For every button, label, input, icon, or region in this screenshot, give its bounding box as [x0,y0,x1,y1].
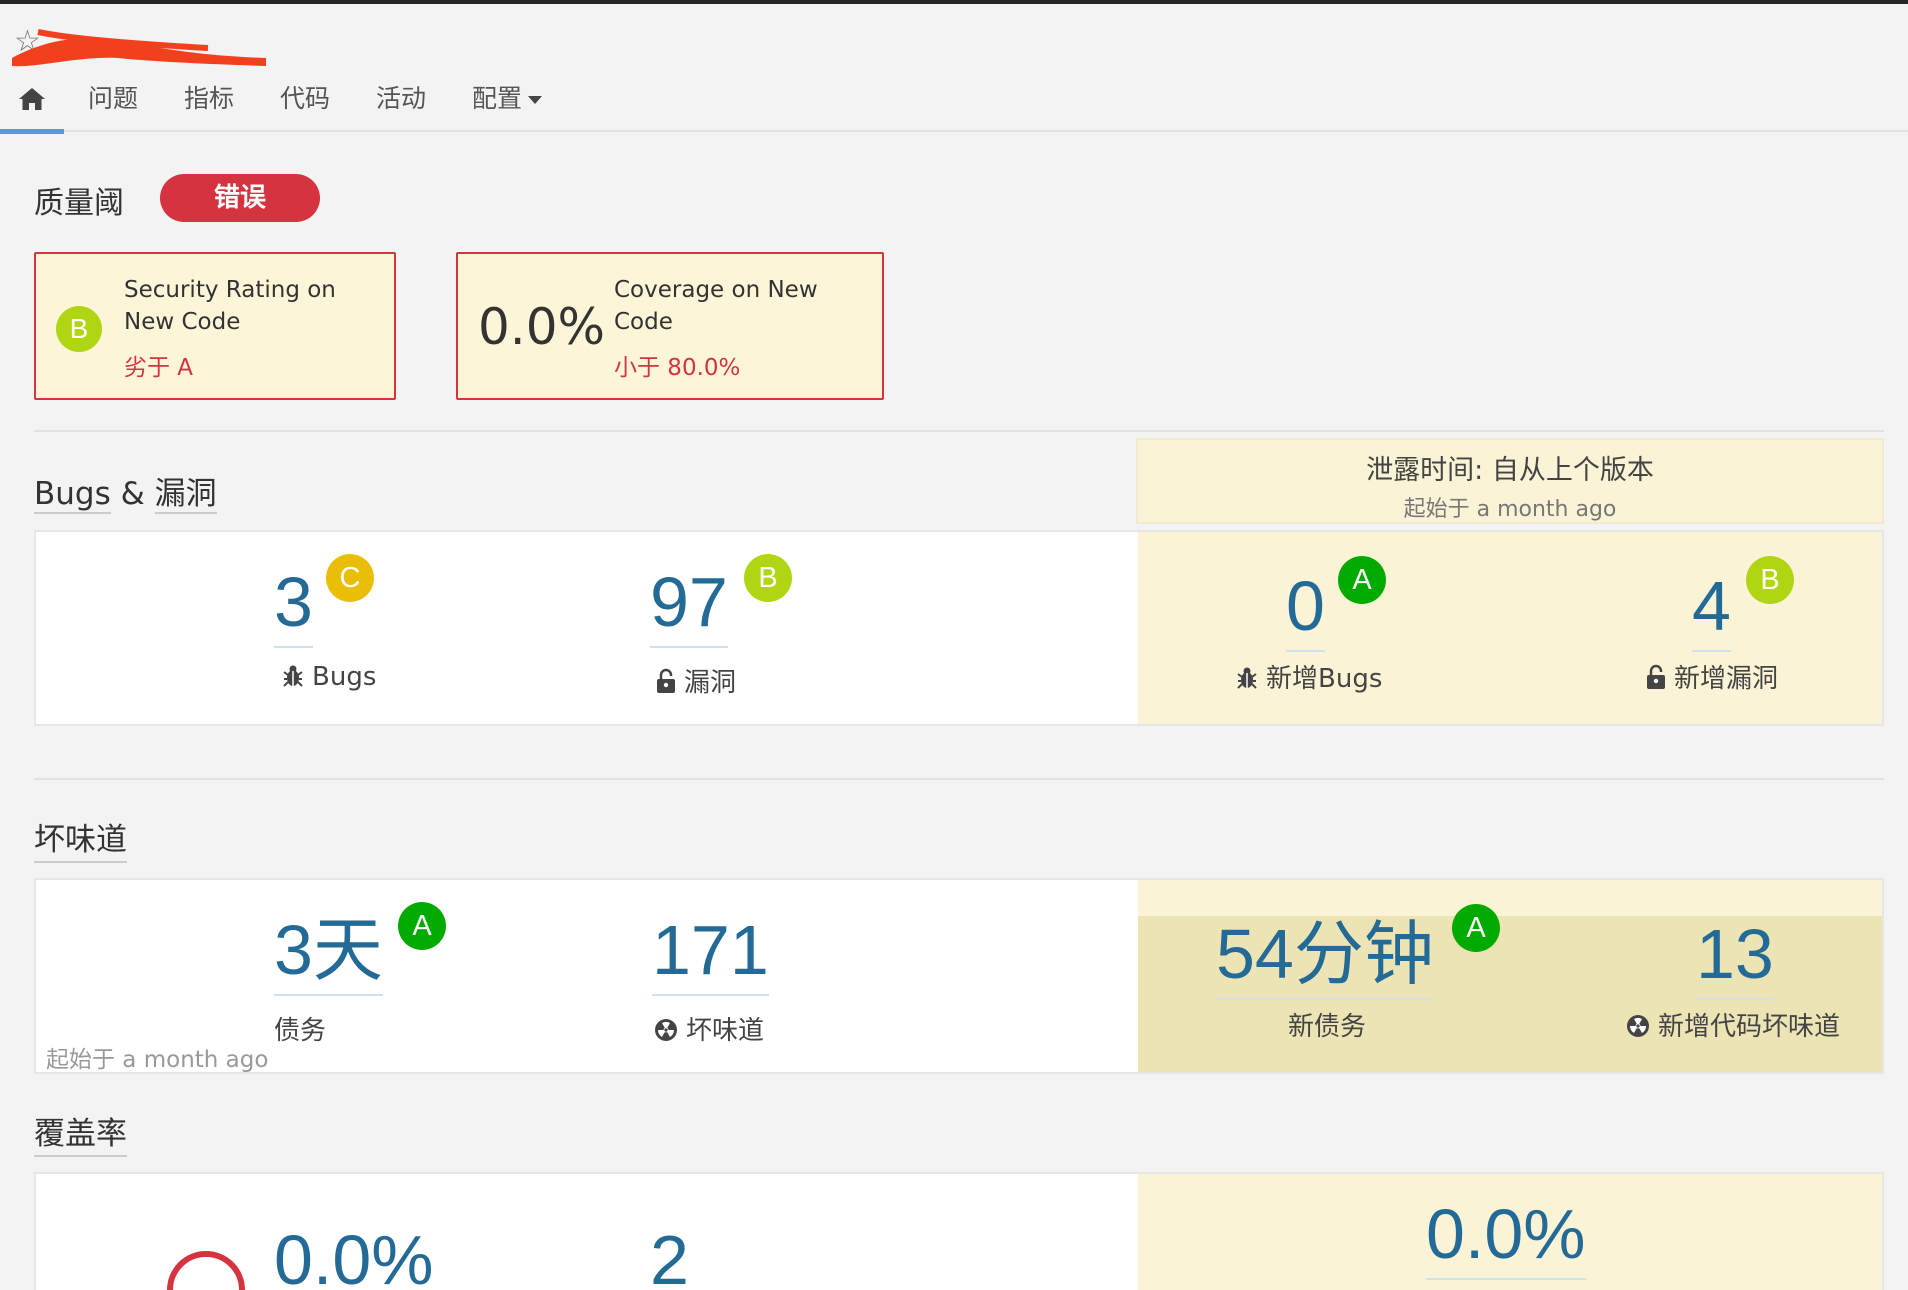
leak-period-title: 泄露时间: 自从上个版本 [1366,455,1654,486]
code-smells-label-text: 坏味道 [686,1016,765,1046]
bug-icon [283,665,303,687]
section-title-coverage[interactable]: 覆盖率 [34,1108,127,1157]
new-vulnerabilities-rating[interactable]: B [1746,556,1794,604]
section-title-amp: & [120,476,145,512]
new-code-smells-value-text: 13 [1696,915,1774,993]
quality-gate-title: 质量阈 [34,186,124,221]
new-debt-value-text: 54分钟 [1216,915,1434,993]
new-bugs-value[interactable]: 0 [1286,566,1325,652]
leak-period-header: 泄露时间: 自从上个版本 起始于 a month ago [1136,438,1884,524]
quality-gate-status-badge: 错误 [160,174,320,222]
vulnerabilities-value[interactable]: 97 [650,562,728,648]
condition-label-line2: New Code [124,309,241,335]
tab-code[interactable]: 代码 [280,78,330,132]
since-date: 起始于 a month ago [46,1047,269,1073]
bugs-value[interactable]: 3 [274,562,313,648]
tab-measures[interactable]: 指标 [184,78,234,132]
bugs-rating[interactable]: C [326,554,374,602]
new-vulnerabilities-value[interactable]: 4 [1692,566,1731,652]
code-smells-panel: 3天 A 债务 起始于 a month ago 171 坏味道 54分钟 A 新… [34,878,1884,1074]
tab-configuration[interactable]: 配置 [472,78,543,132]
project-title-area: ☆ [8,14,278,72]
condition-label-line1: Security Rating on [124,277,336,303]
new-bugs-label: 新增Bugs [1236,658,1382,695]
vulnerabilities-value-text: 97 [650,563,728,641]
tests-value[interactable]: 2 [650,1220,689,1290]
new-code-smells-label-text: 新增代码坏味道 [1658,1012,1841,1042]
leak-panel-top-band [1138,880,1882,916]
redaction-scribble [12,29,266,67]
bugs-label-text: Bugs [312,662,377,692]
new-coverage-value[interactable]: 0.0% [1426,1194,1586,1280]
debt-value-text: 3天 [274,911,383,989]
new-debt-value[interactable]: 54分钟 [1216,914,1434,1000]
tab-activity[interactable]: 活动 [376,78,426,132]
bugs-vulnerabilities-panel: 3 C Bugs 97 B 漏洞 0 A 新增Bugs 4 B 新增漏洞 [34,530,1884,726]
condition-security-rating[interactable]: B Security Rating on New Code 劣于 A [34,252,396,400]
debt-rating[interactable]: A [398,902,446,950]
rating-badge: B [56,306,102,352]
new-bugs-label-text: 新增Bugs [1266,664,1383,694]
tab-home[interactable] [0,78,64,134]
lock-icon [657,668,675,693]
new-code-smells-label: 新增代码坏味道 [1626,1006,1840,1043]
caret-down-icon [528,96,543,104]
condition-failure: 劣于 A [124,355,194,381]
vulnerabilities-rating[interactable]: B [744,554,792,602]
code-smells-value[interactable]: 171 [652,910,769,996]
new-vulnerabilities-label-text: 新增漏洞 [1674,664,1779,694]
divider [34,430,1884,432]
home-icon [19,88,45,110]
tab-issues[interactable]: 问题 [88,78,138,132]
section-title-bugs-vulnerabilities: Bugs & 漏洞 [34,468,217,515]
section-title-code-smells[interactable]: 坏味道 [34,814,127,863]
new-code-smells-value[interactable]: 13 [1696,914,1774,1000]
condition-failure: 小于 80.0% [614,355,741,381]
new-debt-rating[interactable]: A [1452,904,1500,952]
vulnerabilities-label: 漏洞 [656,662,736,699]
bug-icon [1237,667,1257,689]
code-smells-label: 坏味道 [654,1010,764,1047]
radiation-icon [655,1019,677,1041]
section-title-bugs-link[interactable]: Bugs [34,476,111,514]
tab-configuration-label: 配置 [472,84,523,113]
condition-coverage[interactable]: 0.0% Coverage on New Code 小于 80.0% [456,252,884,400]
new-coverage-value-text: 0.0% [1426,1195,1586,1273]
vulnerabilities-label-text: 漏洞 [684,668,737,698]
coverage-donut-icon [167,1251,245,1290]
coverage-panel: 0.0% 2 0.0% [34,1172,1884,1290]
debt-value[interactable]: 3天 [274,910,383,996]
new-bugs-value-text: 0 [1286,567,1325,645]
condition-label-line2: Code [614,309,673,335]
code-smells-value-text: 171 [652,911,769,989]
debt-label: 债务 [274,1016,327,1046]
new-bugs-rating[interactable]: A [1338,556,1386,604]
condition-value: 0.0% [478,298,606,356]
bugs-label: Bugs [282,662,376,692]
new-vulnerabilities-value-text: 4 [1692,567,1731,645]
window-top-border [0,0,1908,4]
divider [34,778,1884,780]
coverage-value[interactable]: 0.0% [274,1220,434,1290]
lock-icon [1647,664,1665,689]
condition-label-line1: Coverage on New [614,277,818,303]
radiation-icon [1627,1015,1649,1037]
bugs-value-text: 3 [274,563,313,641]
section-title-vulnerabilities-link[interactable]: 漏洞 [154,476,217,514]
leak-period-since: 起始于 a month ago [1403,497,1617,522]
new-debt-label: 新债务 [1288,1012,1367,1042]
project-nav: 问题 指标 代码 活动 配置 [0,78,1908,134]
new-vulnerabilities-label: 新增漏洞 [1646,658,1778,695]
